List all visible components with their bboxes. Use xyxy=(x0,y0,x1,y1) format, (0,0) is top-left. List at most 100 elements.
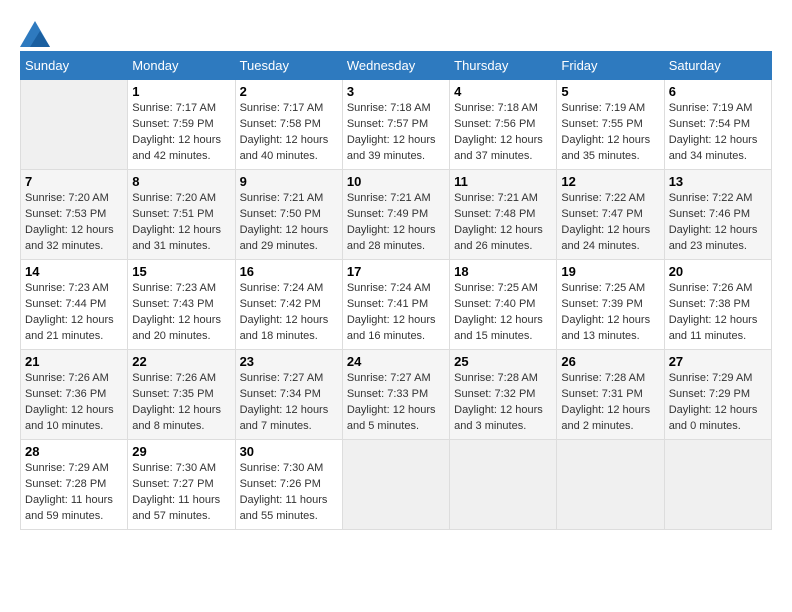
day-number: 10 xyxy=(347,174,445,189)
header-day-saturday: Saturday xyxy=(664,52,771,80)
day-cell: 2 Sunrise: 7:17 AM Sunset: 7:58 PM Daylig… xyxy=(235,80,342,170)
day-info: Sunrise: 7:26 AM Sunset: 7:35 PM Dayligh… xyxy=(132,371,230,435)
day-info: Sunrise: 7:18 AM Sunset: 7:56 PM Dayligh… xyxy=(454,101,552,165)
day-info: Sunrise: 7:30 AM Sunset: 7:27 PM Dayligh… xyxy=(132,461,230,525)
day-info: Sunrise: 7:29 AM Sunset: 7:29 PM Dayligh… xyxy=(669,371,767,435)
day-info: Sunrise: 7:21 AM Sunset: 7:48 PM Dayligh… xyxy=(454,191,552,255)
day-cell: 11 Sunrise: 7:21 AM Sunset: 7:48 PM Dayli… xyxy=(450,170,557,260)
day-info: Sunrise: 7:27 AM Sunset: 7:33 PM Dayligh… xyxy=(347,371,445,435)
day-number: 8 xyxy=(132,174,230,189)
header-day-thursday: Thursday xyxy=(450,52,557,80)
day-info: Sunrise: 7:30 AM Sunset: 7:26 PM Dayligh… xyxy=(240,461,338,525)
day-info: Sunrise: 7:25 AM Sunset: 7:40 PM Dayligh… xyxy=(454,281,552,345)
day-cell: 1Sunrise: 7:17 AM Sunset: 7:59 PM Daylig… xyxy=(128,80,235,170)
day-info: Sunrise: 7:26 AM Sunset: 7:38 PM Dayligh… xyxy=(669,281,767,345)
day-number: 14 xyxy=(25,264,123,279)
day-cell: 22Sunrise: 7:26 AM Sunset: 7:35 PM Dayli… xyxy=(128,350,235,440)
header-day-monday: Monday xyxy=(128,52,235,80)
day-cell: 3 Sunrise: 7:18 AM Sunset: 7:57 PM Daylig… xyxy=(342,80,449,170)
day-cell: 13 Sunrise: 7:22 AM Sunset: 7:46 PM Dayli… xyxy=(664,170,771,260)
header-day-wednesday: Wednesday xyxy=(342,52,449,80)
day-number: 3 xyxy=(347,84,445,99)
day-info: Sunrise: 7:28 AM Sunset: 7:31 PM Dayligh… xyxy=(561,371,659,435)
day-info: Sunrise: 7:20 AM Sunset: 7:53 PM Dayligh… xyxy=(25,191,123,255)
calendar-table: SundayMondayTuesdayWednesdayThursdayFrid… xyxy=(20,51,772,530)
page-header xyxy=(20,20,772,41)
week-row-2: 14 Sunrise: 7:23 AM Sunset: 7:44 PM Dayli… xyxy=(21,260,772,350)
day-number: 21 xyxy=(25,354,123,369)
day-cell xyxy=(21,80,128,170)
day-info: Sunrise: 7:25 AM Sunset: 7:39 PM Dayligh… xyxy=(561,281,659,345)
day-number: 1 xyxy=(132,84,230,99)
day-cell: 4 Sunrise: 7:18 AM Sunset: 7:56 PM Daylig… xyxy=(450,80,557,170)
day-cell: 7 Sunrise: 7:20 AM Sunset: 7:53 PM Daylig… xyxy=(21,170,128,260)
day-cell: 26 Sunrise: 7:28 AM Sunset: 7:31 PM Dayli… xyxy=(557,350,664,440)
logo xyxy=(20,20,48,41)
day-number: 12 xyxy=(561,174,659,189)
day-cell: 16Sunrise: 7:24 AM Sunset: 7:42 PM Dayli… xyxy=(235,260,342,350)
day-number: 30 xyxy=(240,444,338,459)
day-info: Sunrise: 7:27 AM Sunset: 7:34 PM Dayligh… xyxy=(240,371,338,435)
day-cell: 17 Sunrise: 7:24 AM Sunset: 7:41 PM Dayli… xyxy=(342,260,449,350)
header-row: SundayMondayTuesdayWednesdayThursdayFrid… xyxy=(21,52,772,80)
day-cell xyxy=(664,440,771,530)
day-info: Sunrise: 7:18 AM Sunset: 7:57 PM Dayligh… xyxy=(347,101,445,165)
calendar-header: SundayMondayTuesdayWednesdayThursdayFrid… xyxy=(21,52,772,80)
day-number: 2 xyxy=(240,84,338,99)
day-number: 13 xyxy=(669,174,767,189)
day-number: 29 xyxy=(132,444,230,459)
day-info: Sunrise: 7:23 AM Sunset: 7:44 PM Dayligh… xyxy=(25,281,123,345)
week-row-0: 1Sunrise: 7:17 AM Sunset: 7:59 PM Daylig… xyxy=(21,80,772,170)
day-cell: 10 Sunrise: 7:21 AM Sunset: 7:49 PM Dayli… xyxy=(342,170,449,260)
day-cell: 18Sunrise: 7:25 AM Sunset: 7:40 PM Dayli… xyxy=(450,260,557,350)
day-number: 15 xyxy=(132,264,230,279)
day-info: Sunrise: 7:24 AM Sunset: 7:41 PM Dayligh… xyxy=(347,281,445,345)
day-info: Sunrise: 7:22 AM Sunset: 7:46 PM Dayligh… xyxy=(669,191,767,255)
day-number: 5 xyxy=(561,84,659,99)
day-number: 7 xyxy=(25,174,123,189)
day-number: 11 xyxy=(454,174,552,189)
day-cell xyxy=(342,440,449,530)
day-info: Sunrise: 7:20 AM Sunset: 7:51 PM Dayligh… xyxy=(132,191,230,255)
day-cell: 24 Sunrise: 7:27 AM Sunset: 7:33 PM Dayli… xyxy=(342,350,449,440)
day-number: 17 xyxy=(347,264,445,279)
day-cell: 5 Sunrise: 7:19 AM Sunset: 7:55 PM Daylig… xyxy=(557,80,664,170)
day-cell: 29 Sunrise: 7:30 AM Sunset: 7:27 PM Dayli… xyxy=(128,440,235,530)
day-number: 27 xyxy=(669,354,767,369)
day-info: Sunrise: 7:26 AM Sunset: 7:36 PM Dayligh… xyxy=(25,371,123,435)
week-row-4: 28Sunrise: 7:29 AM Sunset: 7:28 PM Dayli… xyxy=(21,440,772,530)
calendar-body: 1Sunrise: 7:17 AM Sunset: 7:59 PM Daylig… xyxy=(21,80,772,530)
day-number: 4 xyxy=(454,84,552,99)
day-cell: 15 Sunrise: 7:23 AM Sunset: 7:43 PM Dayli… xyxy=(128,260,235,350)
day-info: Sunrise: 7:24 AM Sunset: 7:42 PM Dayligh… xyxy=(240,281,338,345)
day-info: Sunrise: 7:21 AM Sunset: 7:49 PM Dayligh… xyxy=(347,191,445,255)
day-info: Sunrise: 7:23 AM Sunset: 7:43 PM Dayligh… xyxy=(132,281,230,345)
day-cell xyxy=(557,440,664,530)
day-number: 23 xyxy=(240,354,338,369)
day-info: Sunrise: 7:19 AM Sunset: 7:55 PM Dayligh… xyxy=(561,101,659,165)
day-cell: 12 Sunrise: 7:22 AM Sunset: 7:47 PM Dayli… xyxy=(557,170,664,260)
day-number: 24 xyxy=(347,354,445,369)
week-row-1: 7 Sunrise: 7:20 AM Sunset: 7:53 PM Daylig… xyxy=(21,170,772,260)
day-cell: 30 Sunrise: 7:30 AM Sunset: 7:26 PM Dayli… xyxy=(235,440,342,530)
day-info: Sunrise: 7:28 AM Sunset: 7:32 PM Dayligh… xyxy=(454,371,552,435)
header-day-tuesday: Tuesday xyxy=(235,52,342,80)
day-info: Sunrise: 7:21 AM Sunset: 7:50 PM Dayligh… xyxy=(240,191,338,255)
day-number: 19 xyxy=(561,264,659,279)
day-number: 20 xyxy=(669,264,767,279)
day-cell: 14 Sunrise: 7:23 AM Sunset: 7:44 PM Dayli… xyxy=(21,260,128,350)
day-info: Sunrise: 7:17 AM Sunset: 7:58 PM Dayligh… xyxy=(240,101,338,165)
day-cell xyxy=(450,440,557,530)
day-cell: 8 Sunrise: 7:20 AM Sunset: 7:51 PM Daylig… xyxy=(128,170,235,260)
day-info: Sunrise: 7:22 AM Sunset: 7:47 PM Dayligh… xyxy=(561,191,659,255)
header-day-friday: Friday xyxy=(557,52,664,80)
day-number: 9 xyxy=(240,174,338,189)
day-cell: 27 Sunrise: 7:29 AM Sunset: 7:29 PM Dayli… xyxy=(664,350,771,440)
day-cell: 20 Sunrise: 7:26 AM Sunset: 7:38 PM Dayli… xyxy=(664,260,771,350)
day-cell: 23 Sunrise: 7:27 AM Sunset: 7:34 PM Dayli… xyxy=(235,350,342,440)
day-cell: 28Sunrise: 7:29 AM Sunset: 7:28 PM Dayli… xyxy=(21,440,128,530)
day-cell: 6Sunrise: 7:19 AM Sunset: 7:54 PM Daylig… xyxy=(664,80,771,170)
day-number: 26 xyxy=(561,354,659,369)
header-day-sunday: Sunday xyxy=(21,52,128,80)
day-info: Sunrise: 7:19 AM Sunset: 7:54 PM Dayligh… xyxy=(669,101,767,165)
